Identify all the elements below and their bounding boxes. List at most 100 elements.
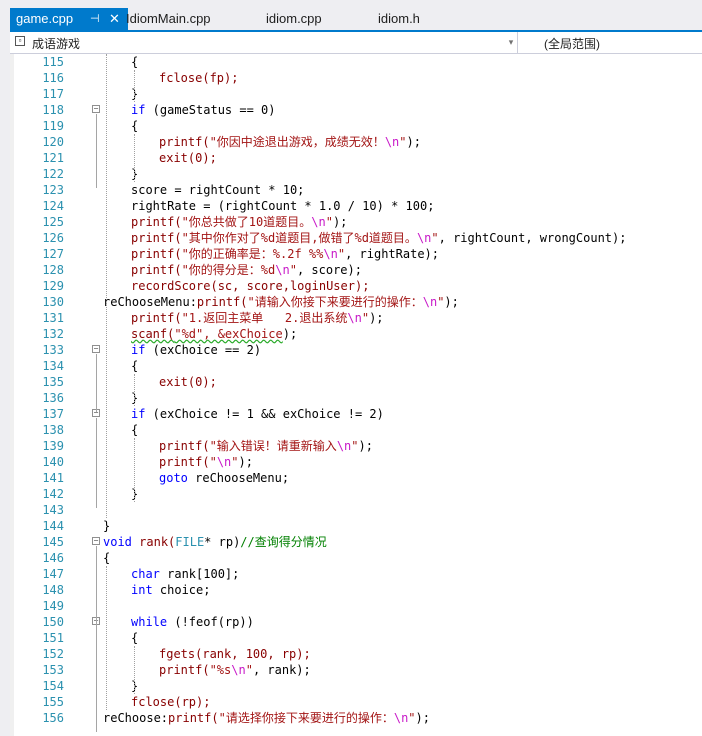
pin-icon[interactable]: ⊣ <box>90 8 100 30</box>
code-line[interactable]: 154} <box>10 678 702 694</box>
code-line[interactable]: 148 int choice; <box>10 582 702 598</box>
code-line[interactable]: 149 <box>10 598 702 614</box>
code-line[interactable]: 123 score = rightCount * 10; <box>10 182 702 198</box>
code-token: reChooseMenu; <box>187 471 290 485</box>
code-line[interactable]: 132 scanf("%d", &exChoice); <box>10 326 702 342</box>
code-token: ); <box>444 295 459 309</box>
code-token: printf( <box>159 439 210 453</box>
line-number: 140 <box>42 455 64 469</box>
code-token: "输入错误！请重新输入 <box>209 439 337 453</box>
code-token: { <box>131 359 139 373</box>
code-line[interactable]: 145 − void rank(FILE* rp)//查询得分情况 <box>10 534 702 550</box>
code-line[interactable]: 138 { <box>10 422 702 438</box>
line-number: 151 <box>42 631 64 645</box>
code-line[interactable]: 125 printf("你总共做了10道题目。\n"); <box>10 214 702 230</box>
code-token: \n <box>323 247 338 261</box>
code-line[interactable]: 152 fgets(rank, 100, rp); <box>10 646 702 662</box>
code-line[interactable]: 115 { <box>10 54 702 70</box>
code-token: if <box>131 103 146 117</box>
code-line[interactable]: 144} <box>10 518 702 534</box>
code-line[interactable]: 143 <box>10 502 702 518</box>
code-line[interactable]: 130 reChooseMenu:printf("请输入你接下来要进行的操作：\n… <box>10 294 702 310</box>
code-line[interactable]: 142} <box>10 486 702 502</box>
code-line[interactable]: 119 { <box>10 118 702 134</box>
project-scope-dropdown[interactable]: ▫ 成语游戏 ▾ <box>10 32 518 53</box>
code-text: if (exChoice != 1 && exChoice != 2) <box>131 406 384 422</box>
code-text: fgets(rank, 100, rp); <box>159 646 311 662</box>
code-token: printf( <box>159 135 210 149</box>
chevron-down-icon[interactable]: ▾ <box>504 32 518 53</box>
close-icon[interactable]: ✕ <box>109 8 120 30</box>
code-token: "%d", &exChoice <box>174 327 283 341</box>
code-line[interactable]: 122} <box>10 166 702 182</box>
fold-region-line <box>96 354 97 412</box>
code-line[interactable]: 129 recordScore(sc, score,loginUser); <box>10 278 702 294</box>
line-number: 142 <box>42 487 64 501</box>
code-token: ); <box>415 711 430 725</box>
code-token: score = rightCount * 10; <box>131 183 305 197</box>
code-line[interactable]: 124 rightRate = (rightCount * 1.0 / 10) *… <box>10 198 702 214</box>
collapse-icon[interactable]: − <box>92 345 100 353</box>
code-token: if <box>131 407 146 421</box>
code-line[interactable]: 120 printf("你因中途退出游戏，成绩无效！\n"); <box>10 134 702 150</box>
line-number: 135 <box>42 375 64 389</box>
code-line[interactable]: 156 reChoose:printf("请选择你接下来要进行的操作：\n"); <box>10 710 702 726</box>
code-token: \n <box>416 231 432 245</box>
line-number: 143 <box>42 503 64 517</box>
code-line[interactable]: 128 printf("你的得分是：%d\n", score); <box>10 262 702 278</box>
code-line[interactable]: 153 printf("%s\n", rank); <box>10 662 702 678</box>
code-line[interactable]: 147 char rank[100]; <box>10 566 702 582</box>
line-number: 115 <box>42 55 64 69</box>
code-line[interactable]: 121 exit(0); <box>10 150 702 166</box>
code-line[interactable]: 146 { <box>10 550 702 566</box>
code-line[interactable]: 155 fclose(rp); <box>10 694 702 710</box>
code-line[interactable]: 126 printf("其中你作对了%d道题目,做错了%d道题目。\n", rig… <box>10 230 702 246</box>
code-token: (!feof(rp)) <box>167 615 254 629</box>
code-token: recordScore(sc, score,loginUser); <box>131 279 370 293</box>
code-token: fgets(rank, 100, rp); <box>159 647 311 661</box>
code-token: \n <box>231 663 246 677</box>
code-line[interactable]: 118 − if (gameStatus == 0) <box>10 102 702 118</box>
code-line[interactable]: 140 printf("\n"); <box>10 454 702 470</box>
document-tab-bar: game.cpp ⊣ ✕ IdiomMain.cpp idiom.cpp idi… <box>10 0 702 32</box>
collapse-icon[interactable]: − <box>92 105 100 113</box>
code-token: exit(0); <box>159 151 217 165</box>
code-text: printf("%s\n", rank); <box>159 662 311 678</box>
code-token: "请输入你接下来要进行的操作： <box>247 295 423 309</box>
line-number: 139 <box>42 439 64 453</box>
code-text: exit(0); <box>159 150 217 166</box>
tab-game-cpp[interactable]: game.cpp ⊣ ✕ <box>10 8 128 30</box>
indent-guide <box>134 374 135 406</box>
code-line[interactable]: 134 { <box>10 358 702 374</box>
code-line[interactable]: 116 fclose(fp); <box>10 70 702 86</box>
collapse-icon[interactable]: − <box>92 537 100 545</box>
line-number: 150 <box>42 615 64 629</box>
code-token: int <box>131 583 153 597</box>
code-line[interactable]: 136} <box>10 390 702 406</box>
code-text: { <box>131 358 138 374</box>
code-line[interactable]: 117} <box>10 86 702 102</box>
line-number: 131 <box>42 311 64 325</box>
code-line[interactable]: 131 printf("1.返回主菜单 2.退出系统\n"); <box>10 310 702 326</box>
code-line[interactable]: 135 exit(0); <box>10 374 702 390</box>
tab-idiom-h[interactable]: idiom.h <box>378 8 420 30</box>
code-line[interactable]: 133 − if (exChoice == 2) <box>10 342 702 358</box>
tab-idiom-cpp[interactable]: idiom.cpp <box>266 8 322 30</box>
tab-idiommain-cpp[interactable]: IdiomMain.cpp <box>126 8 211 30</box>
code-line[interactable]: 151 { <box>10 630 702 646</box>
tab-label: game.cpp <box>16 11 74 26</box>
code-token: " <box>351 439 359 453</box>
code-line[interactable]: 137− if (exChoice != 1 && exChoice != 2) <box>10 406 702 422</box>
code-text: int choice; <box>131 582 210 598</box>
indent-guide <box>134 646 135 694</box>
code-editor[interactable]: 115{116 fclose(fp); 117} 118− if (gameStatus… <box>10 54 702 736</box>
line-number: 134 <box>42 359 64 373</box>
code-line[interactable]: 150− while (!feof(rp)) <box>10 614 702 630</box>
code-line[interactable]: 139 printf("输入错误！请重新输入\n"); <box>10 438 702 454</box>
code-line[interactable]: 141 goto reChooseMenu; <box>10 470 702 486</box>
code-token: { <box>131 55 139 69</box>
code-token: * rp) <box>204 535 241 549</box>
global-scope-dropdown[interactable]: (全局范围) <box>530 32 702 53</box>
code-line[interactable]: 127 printf("你的正确率是：%.2f %%\n", rightRate)… <box>10 246 702 262</box>
line-number: 154 <box>42 679 64 693</box>
